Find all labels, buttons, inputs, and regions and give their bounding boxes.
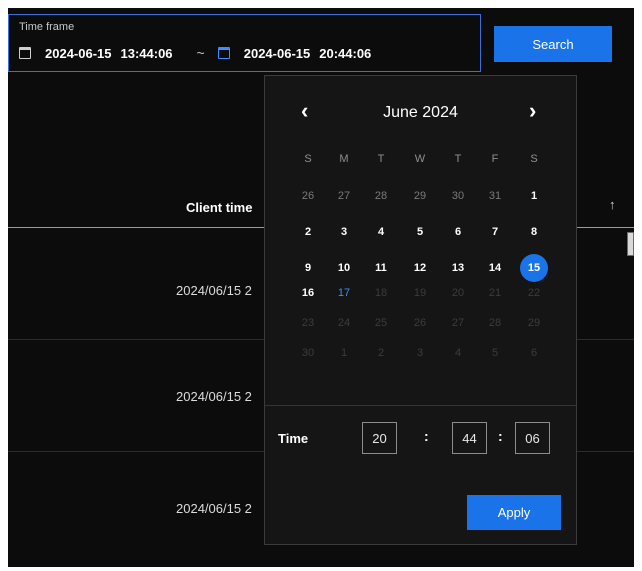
calendar-day[interactable]: 7 [480, 219, 510, 245]
apply-button[interactable]: Apply [467, 495, 561, 530]
range-separator: ~ [196, 45, 205, 61]
calendar-day: 21 [488, 287, 502, 299]
start-time[interactable]: 13:44:06 [121, 46, 173, 61]
calendar-day[interactable]: 2 [293, 219, 323, 245]
minutes-field[interactable]: 44 [452, 422, 487, 454]
calendar-day[interactable]: 14 [480, 255, 510, 281]
calendar-day[interactable]: 13 [443, 255, 473, 281]
calendar-day: 2 [377, 347, 385, 359]
calendar-day[interactable]: 4 [366, 219, 396, 245]
table-row[interactable]: 2024/06/15 2 [176, 501, 252, 516]
calendar-day: 23 [301, 317, 315, 329]
calendar-day: 5 [491, 347, 499, 359]
calendar-day: 27 [451, 317, 465, 329]
calendar-day[interactable]: 11 [366, 255, 396, 281]
calendar-day[interactable]: 8 [519, 219, 549, 245]
calendar-day[interactable]: 10 [329, 255, 359, 281]
calendar-day[interactable]: 12 [405, 255, 435, 281]
calendar-day: 29 [527, 317, 541, 329]
calendar-day: 20 [451, 287, 465, 299]
calendar-day[interactable]: 6 [443, 219, 473, 245]
calendar-day[interactable]: 16 [293, 280, 323, 306]
picker-divider [265, 405, 576, 406]
table-row[interactable]: 2024/06/15 2 [176, 389, 252, 404]
calendar-day: 3 [416, 347, 424, 359]
date-picker-popup: ‹ June 2024 › SMTWTFS 26 27 28 29 30 31 1 2 3 4 5 6… [264, 75, 577, 545]
time-label: Time [278, 431, 309, 446]
calendar-day: 18 [374, 287, 388, 299]
calendar-day: 30 [301, 347, 315, 359]
calendar-day[interactable]: 5 [405, 219, 435, 245]
scrollbar-thumb[interactable] [627, 232, 634, 256]
calendar-day: 26 [413, 317, 427, 329]
calendar-day: 28 [488, 317, 502, 329]
time-colon: : [424, 428, 429, 444]
end-date[interactable]: 2024-06-15 [244, 46, 311, 61]
calendar-day[interactable]: 29 [405, 183, 435, 209]
calendar-icon[interactable] [19, 47, 31, 59]
calendar-day: 6 [530, 347, 538, 359]
calendar-day: 19 [413, 287, 427, 299]
time-frame-field[interactable]: Time frame 2024-06-15 13:44:06 ~ 2024-06… [8, 14, 481, 72]
calendar-day: 22 [527, 287, 541, 299]
calendar-day: 1 [340, 347, 348, 359]
time-colon: : [498, 428, 503, 444]
calendar-day[interactable]: 26 [293, 183, 323, 209]
calendar-day[interactable]: 31 [480, 183, 510, 209]
calendar-icon-active[interactable] [217, 47, 230, 59]
app-window: Time frame 2024-06-15 13:44:06 ~ 2024-06… [8, 8, 634, 567]
calendar-day-selected[interactable]: 15 [519, 254, 549, 282]
seconds-field[interactable]: 06 [515, 422, 550, 454]
calendar-day[interactable]: 28 [366, 183, 396, 209]
end-time[interactable]: 20:44:06 [319, 46, 371, 61]
sort-arrow-icon[interactable]: ↑ [609, 197, 616, 212]
time-frame-label: Time frame [19, 21, 75, 33]
calendar-day[interactable]: 3 [329, 219, 359, 245]
calendar-day[interactable]: 17 [329, 280, 359, 306]
calendar-day[interactable]: 9 [293, 255, 323, 281]
search-button[interactable]: Search [494, 26, 612, 62]
table-row[interactable]: 2024/06/15 2 [176, 283, 252, 298]
column-header-client-time[interactable]: Client time [186, 200, 252, 215]
calendar-day: 24 [337, 317, 351, 329]
calendar-day[interactable]: 27 [329, 183, 359, 209]
calendar-day: 4 [454, 347, 462, 359]
calendar-day[interactable]: 30 [443, 183, 473, 209]
hours-field[interactable]: 20 [362, 422, 397, 454]
start-date[interactable]: 2024-06-15 [45, 46, 112, 61]
calendar-day: 25 [374, 317, 388, 329]
day-grid: 26 27 28 29 30 31 1 2 3 4 5 6 7 8 9 10 11 12 13 14 15 16 17 18 1… [265, 76, 576, 544]
calendar-day[interactable]: 1 [519, 183, 549, 209]
time-frame-range[interactable]: 2024-06-15 13:44:06 ~ 2024-06-15 20:44:0… [19, 43, 385, 63]
